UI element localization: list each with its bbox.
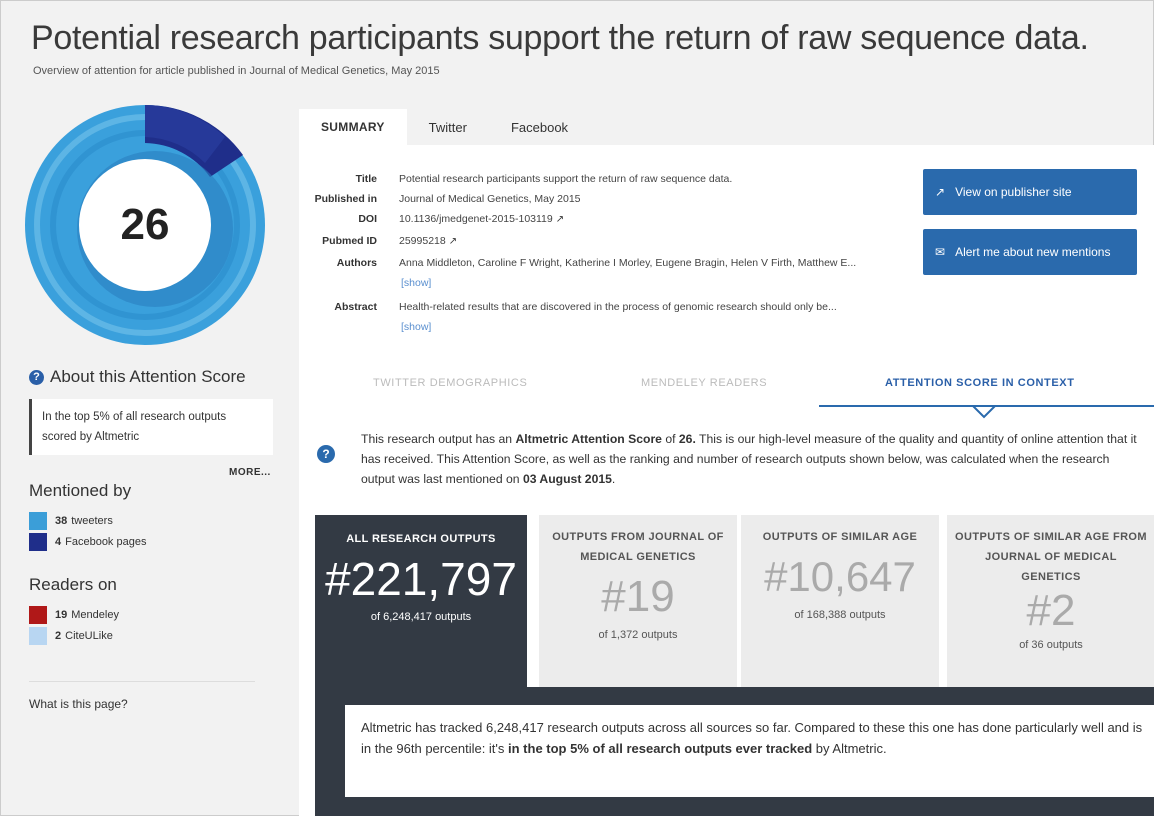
doi-label: DOI xyxy=(358,213,377,225)
tab-summary[interactable]: SUMMARY xyxy=(299,109,407,145)
citeulike-label: CiteULike xyxy=(65,630,113,642)
card-heading: OUTPUTS FROM JOURNAL OF MEDICAL GENETICS xyxy=(552,531,724,563)
authors-label: Authors xyxy=(336,257,377,269)
title-value: Potential research participants support … xyxy=(399,173,733,185)
mentioned-by-heading: Mentioned by xyxy=(29,481,132,500)
pubmed-label: Pubmed ID xyxy=(322,235,377,247)
summary-band: Altmetric has tracked 6,248,417 research… xyxy=(315,687,1154,816)
context-text-1: This research output has an xyxy=(361,432,516,446)
reader-row-mendeley[interactable]: 19 Mendeley xyxy=(29,605,119,625)
about-score-heading[interactable]: ? About this Attention Score xyxy=(29,367,246,387)
page-subtitle: Overview of attention for article publis… xyxy=(33,65,440,77)
mention-row-facebook[interactable]: 4 Facebook pages xyxy=(29,532,146,552)
abstract-value: Health-related results that are discover… xyxy=(399,301,837,313)
percentile-summary: Altmetric has tracked 6,248,417 research… xyxy=(345,705,1154,797)
alert-mentions-button[interactable]: ✉ Alert me about new mentions xyxy=(923,229,1137,275)
readers-on-heading: Readers on xyxy=(29,575,117,594)
authors-value: Anna Middleton, Caroline F Wright, Kathe… xyxy=(399,257,857,269)
card-rank: #2 xyxy=(1026,586,1076,635)
what-is-this-page-link[interactable]: What is this page? xyxy=(29,697,128,711)
pubmed-value: 25995218 xyxy=(399,235,446,247)
question-icon: ? xyxy=(29,369,44,385)
sidebar-divider xyxy=(29,681,255,682)
mendeley-label: Mendeley xyxy=(71,609,119,621)
score-context-text: This research output has an Altmetric At… xyxy=(361,429,1141,489)
context-bold-score: 26. xyxy=(678,432,696,446)
envelope-icon: ✉ xyxy=(935,245,946,259)
abstract-label: Abstract xyxy=(334,301,377,313)
question-icon[interactable]: ? xyxy=(317,445,335,463)
view-publisher-label: View on publisher site xyxy=(955,185,1072,199)
facebook-count: 4 xyxy=(55,536,62,548)
view-publisher-button[interactable]: ↗ View on publisher site xyxy=(923,169,1137,215)
card-rank: #221,797 xyxy=(325,553,517,605)
mendeley-swatch xyxy=(29,606,47,624)
tweeters-count: 38 xyxy=(55,515,68,527)
score-context-box: In the top 5% of all research outputs sc… xyxy=(29,399,273,455)
attention-score: 26 xyxy=(120,200,170,249)
doi-value: 10.1136/jmedgenet-2015-103119 xyxy=(399,213,553,225)
card-heading: ALL RESEARCH OUTPUTS xyxy=(346,533,496,545)
altmetric-page: Potential research participants support … xyxy=(0,0,1154,816)
card-heading: OUTPUTS OF SIMILAR AGE FROM JOURNAL OF M… xyxy=(955,531,1147,583)
citeulike-count: 2 xyxy=(55,630,62,642)
authors-show-link[interactable]: [show] xyxy=(401,277,431,289)
card-total: of 168,388 outputs xyxy=(794,609,886,621)
external-link-icon: ↗ xyxy=(935,185,946,199)
card-total: of 6,248,417 outputs xyxy=(370,611,472,623)
context-bold-score-name: Altmetric Attention Score xyxy=(515,432,662,446)
published-label: Published in xyxy=(314,193,377,205)
subtab-twitter-demographics[interactable]: TWITTER DEMOGRAPHICS xyxy=(373,377,527,389)
summary-bold: in the top 5% of all research outputs ev… xyxy=(508,741,813,756)
summary-text-2: by Altmetric. xyxy=(812,741,887,756)
facebook-swatch xyxy=(29,533,47,551)
context-text-4: . xyxy=(611,472,616,486)
subtab-attention-context[interactable]: ATTENTION SCORE IN CONTEXT xyxy=(885,377,1075,389)
page-title: Potential research participants support … xyxy=(31,19,1089,57)
tweeters-label: tweeters xyxy=(71,515,113,527)
external-link-icon: ↗ xyxy=(448,236,458,247)
card-total: of 36 outputs xyxy=(1019,639,1083,651)
card-journal-outputs[interactable]: OUTPUTS FROM JOURNAL OF MEDICAL GENETICS… xyxy=(539,515,737,687)
card-rank: #19 xyxy=(601,572,675,621)
mendeley-count: 19 xyxy=(55,609,68,621)
subtab-mendeley-readers[interactable]: MENDELEY READERS xyxy=(641,377,767,389)
alert-mentions-label: Alert me about new mentions xyxy=(955,245,1111,259)
summary-panel: Title Potential research participants su… xyxy=(299,145,1154,816)
card-total: of 1,372 outputs xyxy=(598,629,678,641)
altmetric-donut[interactable]: 26 xyxy=(25,104,265,345)
card-similar-age[interactable]: OUTPUTS OF SIMILAR AGE #10,647 of 168,38… xyxy=(741,515,939,687)
tab-twitter[interactable]: Twitter xyxy=(407,109,489,145)
citeulike-swatch xyxy=(29,627,47,645)
reader-row-citeulike[interactable]: 2 CiteULike xyxy=(29,626,113,646)
pubmed-link[interactable]: 25995218 ↗ xyxy=(399,235,457,247)
main-tabs: SUMMARY Twitter Facebook xyxy=(299,109,590,145)
context-bold-date: 03 August 2015 xyxy=(522,472,612,486)
card-similar-age-journal[interactable]: OUTPUTS OF SIMILAR AGE FROM JOURNAL OF M… xyxy=(947,515,1154,687)
facebook-label: Facebook pages xyxy=(65,536,147,548)
card-heading: OUTPUTS OF SIMILAR AGE xyxy=(762,531,918,543)
mention-row-tweeters[interactable]: 38 tweeters xyxy=(29,511,113,531)
detail-subtabs: TWITTER DEMOGRAPHICS MENDELEY READERS AT… xyxy=(319,367,1154,419)
tweeters-swatch xyxy=(29,512,47,530)
title-label: Title xyxy=(355,173,377,185)
card-all-outputs[interactable]: ALL RESEARCH OUTPUTS #221,797 of 6,248,4… xyxy=(315,515,527,687)
published-value: Journal of Medical Genetics, May 2015 xyxy=(399,193,581,205)
chevron-down-icon xyxy=(972,405,996,419)
card-rank: #10,647 xyxy=(764,553,916,600)
abstract-show-link[interactable]: [show] xyxy=(401,321,431,333)
doi-link[interactable]: 10.1136/jmedgenet-2015-103119 ↗ xyxy=(399,213,564,225)
context-text-2: of xyxy=(661,432,679,446)
tab-facebook[interactable]: Facebook xyxy=(489,109,590,145)
external-link-icon: ↗ xyxy=(555,214,565,225)
more-link[interactable]: MORE... xyxy=(229,467,271,478)
ranking-cards: ALL RESEARCH OUTPUTS #221,797 of 6,248,4… xyxy=(315,515,1154,687)
about-score-label: About this Attention Score xyxy=(50,367,246,386)
